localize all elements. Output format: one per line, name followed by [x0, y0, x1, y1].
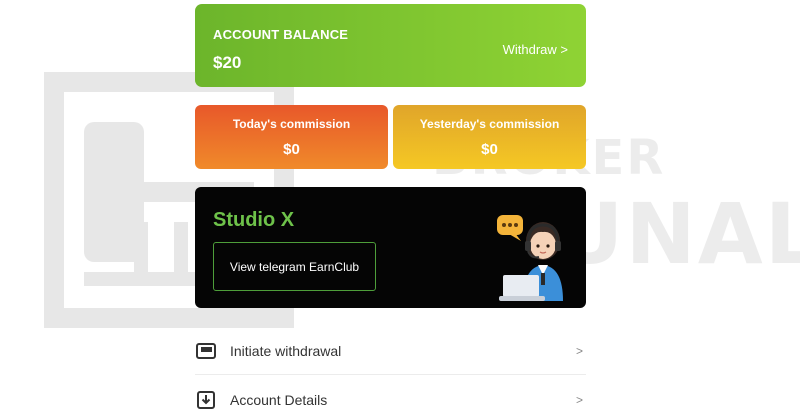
yesterday-commission-card: Yesterday's commission $0	[393, 105, 586, 169]
support-agent-illustration	[497, 215, 563, 301]
studio-promo-card: Studio X View telegram EarnClub	[195, 187, 586, 308]
today-commission-value: $0	[283, 141, 300, 158]
main-column: ACCOUNT BALANCE $20 Withdraw > Today's c…	[195, 0, 586, 420]
chat-bubble-icon	[497, 215, 523, 241]
today-commission-card: Today's commission $0	[195, 105, 388, 169]
chevron-right-icon: >	[575, 393, 583, 407]
studio-title: Studio X	[213, 209, 295, 231]
initiate-withdrawal-label: Initiate withdrawal	[230, 342, 342, 359]
account-details-label: Account Details	[230, 392, 328, 408]
account-balance-card: ACCOUNT BALANCE $20 Withdraw >	[195, 4, 586, 87]
initiate-withdrawal-row[interactable]: Initiate withdrawal >	[195, 327, 586, 375]
account-details-row[interactable]: Account Details >	[195, 376, 586, 420]
balance-label: ACCOUNT BALANCE	[213, 27, 349, 42]
wallet-icon	[195, 340, 217, 362]
withdraw-link[interactable]: Withdraw >	[503, 42, 568, 57]
today-commission-label: Today's commission	[232, 117, 351, 131]
download-icon	[195, 389, 217, 411]
chevron-right-icon: >	[575, 343, 583, 358]
balance-value: $20	[213, 53, 242, 72]
yesterday-commission-label: Yesterday's commission	[419, 117, 560, 131]
view-telegram-button[interactable]: View telegram EarnClub	[213, 242, 376, 291]
yesterday-commission-value: $0	[481, 141, 498, 158]
